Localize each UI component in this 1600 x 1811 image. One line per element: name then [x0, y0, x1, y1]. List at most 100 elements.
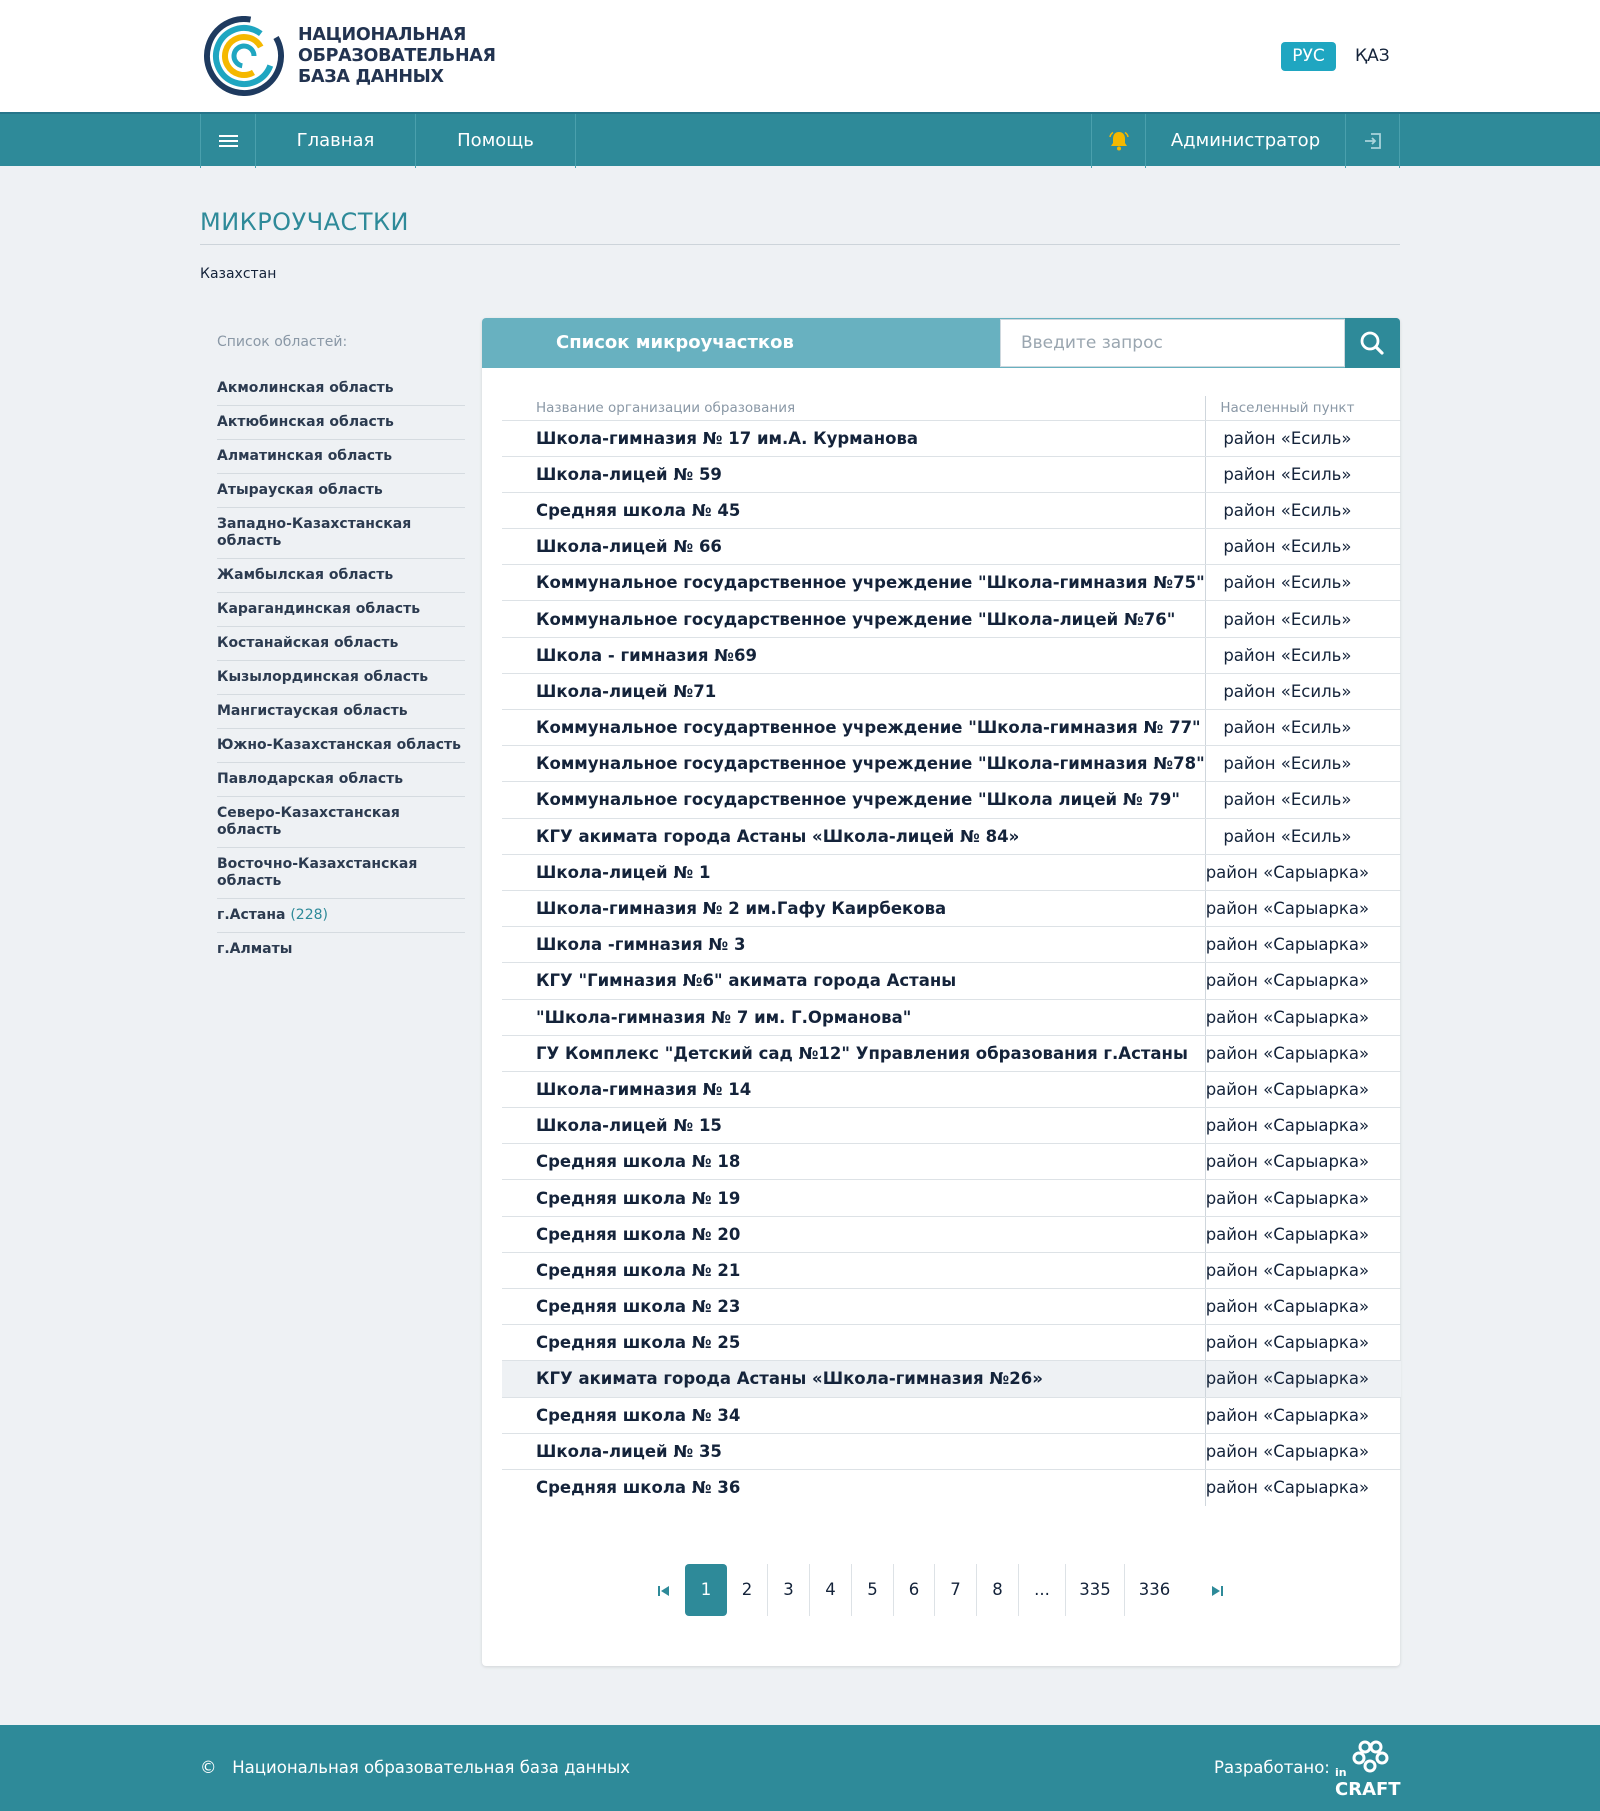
cell-organization-name[interactable]: Коммунальное государственное учреждение …	[502, 600, 1206, 638]
table-row[interactable]: КГУ акимата города Астаны «Школа-лицей №…	[502, 818, 1402, 855]
sidebar-item-region[interactable]: Северо-Казахстанская область	[217, 797, 465, 848]
cell-organization-name[interactable]: Школа -гимназия № 3	[502, 926, 1206, 964]
cell-organization-name[interactable]: КГУ акимата города Астаны «Школа-лицей №…	[502, 818, 1206, 855]
menu-button[interactable]	[200, 114, 255, 168]
cell-organization-name[interactable]: Школа-лицей № 66	[502, 528, 1206, 566]
sidebar-item-region[interactable]: Акмолинская область	[217, 372, 465, 406]
search-button[interactable]	[1345, 318, 1400, 368]
table-row[interactable]: Школа-гимназия № 17 им.А. Курманова район…	[502, 420, 1402, 457]
page-button[interactable]: 8	[977, 1564, 1019, 1616]
cell-organization-name[interactable]: Средняя школа № 23	[502, 1288, 1206, 1326]
table-row[interactable]: Средняя школа № 19 район «Сарыарка»	[502, 1179, 1402, 1217]
table-row[interactable]: Коммунальное государственное учреждение …	[502, 781, 1402, 819]
cell-organization-name[interactable]: Средняя школа № 34	[502, 1397, 1206, 1434]
page-button[interactable]: 1	[685, 1564, 727, 1616]
sidebar-item-region[interactable]: Атырауская область	[217, 474, 465, 508]
table-row[interactable]: Школа - гимназия №69 район «Есиль»	[502, 637, 1402, 674]
sidebar-item-region[interactable]: г.Астана (228)	[217, 899, 465, 933]
first-page-button[interactable]	[643, 1564, 685, 1616]
table-row[interactable]: "Школа-гимназия № 7 им. Г.Орманова" район…	[502, 999, 1402, 1036]
table-row[interactable]: КГУ акимата города Астаны «Школа-гимнази…	[502, 1360, 1402, 1398]
nav-user[interactable]: Администратор	[1145, 114, 1345, 168]
cell-organization-name[interactable]: Школа-гимназия № 17 им.А. Курманова	[502, 420, 1206, 457]
table-row[interactable]: Коммунальное государтвенное учреждение "…	[502, 709, 1402, 747]
cell-organization-name[interactable]: Школа - гимназия №69	[502, 637, 1206, 674]
table-row[interactable]: Средняя школа № 36 район «Сарыарка»	[502, 1469, 1402, 1506]
last-page-button[interactable]	[1194, 1564, 1239, 1616]
cell-organization-name[interactable]: Школа-лицей № 15	[502, 1107, 1206, 1145]
table-row[interactable]: Школа-лицей № 66 район «Есиль»	[502, 528, 1402, 566]
table-row[interactable]: Средняя школа № 21 район «Сарыарка»	[502, 1252, 1402, 1290]
sidebar-item-region[interactable]: Западно-Казахстанская область	[217, 508, 465, 559]
cell-organization-name[interactable]: Средняя школа № 36	[502, 1469, 1205, 1505]
sidebar-item-region[interactable]: Жамбылская область	[217, 559, 465, 593]
sidebar-item-region[interactable]: г.Алматы	[217, 933, 465, 966]
cell-organization-name[interactable]: Коммунальное государственное учреждение …	[502, 745, 1206, 783]
notifications-button[interactable]	[1091, 114, 1145, 168]
page-button[interactable]: 335	[1066, 1564, 1125, 1616]
search-input[interactable]	[1000, 319, 1345, 367]
cell-organization-name[interactable]: Школа-гимназия № 14	[502, 1071, 1206, 1109]
table-row[interactable]: Школа -гимназия № 3 район «Сарыарка»	[502, 926, 1402, 964]
cell-organization-name[interactable]: Средняя школа № 21	[502, 1252, 1206, 1290]
table-row[interactable]: Средняя школа № 25 район «Сарыарка»	[502, 1324, 1402, 1362]
table-row[interactable]: Коммунальное государственное учреждение …	[502, 564, 1402, 602]
cell-organization-name[interactable]: КГУ акимата города Астаны «Школа-гимнази…	[502, 1360, 1206, 1398]
table-row[interactable]: ГУ Комплекс "Детский сад №12" Управления…	[502, 1035, 1402, 1072]
sidebar-item-region[interactable]: Карагандинская область	[217, 593, 465, 627]
cell-organization-name[interactable]: Средняя школа № 20	[502, 1216, 1206, 1253]
table-row[interactable]: Школа-лицей № 59 район «Есиль»	[502, 456, 1402, 493]
lang-ru-button[interactable]: РУС	[1281, 42, 1336, 71]
table-row[interactable]: Средняя школа № 23 район «Сарыарка»	[502, 1288, 1402, 1326]
cell-organization-name[interactable]: Школа-лицей №71	[502, 673, 1206, 711]
sidebar-item-region[interactable]: Актюбинская область	[217, 406, 465, 440]
table-row[interactable]: Средняя школа № 45 район «Есиль»	[502, 492, 1402, 530]
table-row[interactable]: Школа-лицей № 35 район «Сарыарка»	[502, 1433, 1402, 1470]
table-row[interactable]: Коммунальное государственное учреждение …	[502, 600, 1402, 638]
cell-organization-name[interactable]: Коммунальное государственное учреждение …	[502, 781, 1206, 819]
cell-organization-name[interactable]: Коммунальное государтвенное учреждение "…	[502, 709, 1206, 747]
lang-kz-button[interactable]: ҚАЗ	[1355, 42, 1390, 71]
incraft-logo[interactable]: in CRAFT	[1335, 1738, 1401, 1798]
page-button[interactable]: 4	[810, 1564, 852, 1616]
cell-organization-name[interactable]: Коммунальное государственное учреждение …	[502, 564, 1206, 602]
nav-help[interactable]: Помощь	[415, 114, 576, 168]
cell-organization-name[interactable]: "Школа-гимназия № 7 им. Г.Орманова"	[502, 999, 1206, 1036]
page-button[interactable]: 6	[894, 1564, 935, 1616]
sidebar-item-region[interactable]: Мангистауская область	[217, 695, 465, 729]
table-row[interactable]: Школа-лицей № 15 район «Сарыарка»	[502, 1107, 1402, 1145]
page-button[interactable]: 3	[768, 1564, 810, 1616]
table-row[interactable]: Коммунальное государственное учреждение …	[502, 745, 1402, 783]
page-button[interactable]: 2	[727, 1564, 768, 1616]
cell-organization-name[interactable]: Средняя школа № 18	[502, 1143, 1206, 1181]
sidebar-item-region[interactable]: Павлодарская область	[217, 763, 465, 797]
cell-organization-name[interactable]: ГУ Комплекс "Детский сад №12" Управления…	[502, 1035, 1206, 1072]
breadcrumb[interactable]: Казахстан	[200, 266, 276, 282]
table-row[interactable]: Школа-гимназия № 2 им.Гафу Каирбекова рай…	[502, 890, 1402, 928]
cell-organization-name[interactable]: Средняя школа № 45	[502, 492, 1206, 530]
page-button[interactable]: 7	[935, 1564, 977, 1616]
site-logo[interactable]: НАЦИОНАЛЬНАЯ ОБРАЗОВАТЕЛЬНАЯ БАЗА ДАННЫХ	[204, 16, 496, 96]
page-button[interactable]: 336	[1125, 1564, 1184, 1616]
sidebar-item-region[interactable]: Кызылординская область	[217, 661, 465, 695]
table-row[interactable]: Средняя школа № 18 район «Сарыарка»	[502, 1143, 1402, 1181]
nav-home[interactable]: Главная	[255, 114, 415, 168]
table-row[interactable]: Школа-лицей № 1 район «Сарыарка»	[502, 854, 1402, 891]
table-row[interactable]: Школа-гимназия № 14 район «Сарыарка»	[502, 1071, 1402, 1109]
sidebar-item-region[interactable]: Алматинская область	[217, 440, 465, 474]
sidebar-item-region[interactable]: Южно-Казахстанская область	[217, 729, 465, 763]
table-row[interactable]: КГУ "Гимназия №6" акимата города Астаны р…	[502, 962, 1402, 1000]
table-row[interactable]: Средняя школа № 34 район «Сарыарка»	[502, 1397, 1402, 1434]
sidebar-item-region[interactable]: Восточно-Казахстанская область	[217, 848, 465, 899]
cell-organization-name[interactable]: Школа-гимназия № 2 им.Гафу Каирбекова	[502, 890, 1206, 928]
table-row[interactable]: Школа-лицей №71 район «Есиль»	[502, 673, 1402, 711]
page-button[interactable]: 5	[852, 1564, 894, 1616]
cell-organization-name[interactable]: Средняя школа № 25	[502, 1324, 1206, 1362]
cell-organization-name[interactable]: Школа-лицей № 35	[502, 1433, 1206, 1470]
sidebar-item-region[interactable]: Костанайская область	[217, 627, 465, 661]
logout-button[interactable]	[1345, 114, 1400, 168]
cell-organization-name[interactable]: Средняя школа № 19	[502, 1179, 1206, 1217]
cell-organization-name[interactable]: Школа-лицей № 59	[502, 456, 1206, 493]
table-row[interactable]: Средняя школа № 20 район «Сарыарка»	[502, 1216, 1402, 1253]
cell-organization-name[interactable]: Школа-лицей № 1	[502, 854, 1206, 891]
